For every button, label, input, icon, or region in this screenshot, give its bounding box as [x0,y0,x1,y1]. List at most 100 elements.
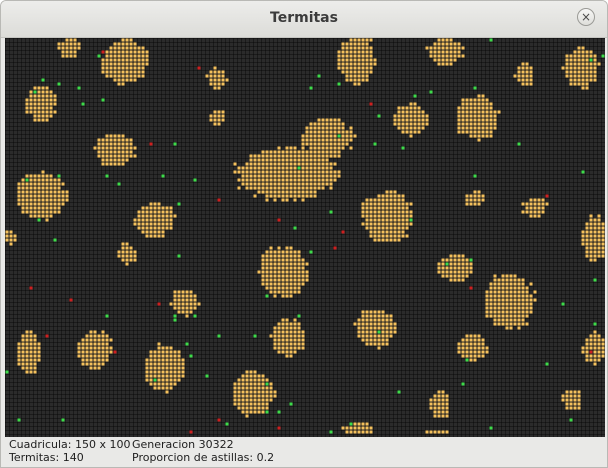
wood-chip-cell [361,314,365,318]
wood-chip-cell [369,314,373,318]
wood-chip-cell [189,302,193,306]
wood-chip-cell [369,322,373,326]
wood-chip-cell [21,198,25,202]
wood-chip-cell [89,338,93,342]
wood-chip-cell [381,206,385,210]
wood-chip-cell [313,134,317,138]
wood-chip-cell [313,162,317,166]
wood-chip-cell [29,362,33,366]
wood-chip-cell [177,290,181,294]
wood-chip-cell [377,318,381,322]
wood-chip-cell [317,162,321,166]
wood-chip-cell [577,390,581,394]
wood-chip-cell [293,154,297,158]
wood-chip-cell [257,174,261,178]
wood-chip-cell [473,350,477,354]
wood-chip-cell [217,118,221,122]
wood-chip-cell [277,262,281,266]
wood-chip-cell [529,306,533,310]
wood-chip-cell [149,370,153,374]
wood-chip-cell [153,370,157,374]
title-bar[interactable]: Termitas × [1,1,607,38]
wood-chip-cell [373,58,377,62]
wood-chip-cell [181,290,185,294]
wood-chip-cell [517,74,521,78]
wood-chip-cell [289,146,293,150]
wood-chip-cell [237,402,241,406]
wood-chip-cell [249,390,253,394]
wood-chip-cell [601,238,605,242]
wood-chip-cell [25,182,29,186]
wood-chip-cell [257,402,261,406]
wood-chip-cell [397,118,401,122]
wood-chip-cell [29,346,33,350]
wood-chip-cell [473,342,477,346]
wood-chip-cell [181,306,185,310]
wood-chip-cell [145,206,149,210]
wood-chip-cell [297,278,301,282]
wood-chip-cell [349,134,353,138]
wood-chip-cell [185,302,189,306]
wood-chip-cell [457,122,461,126]
wood-chip-cell [577,398,581,402]
wood-chip-cell [269,382,273,386]
termite-carrying-cell [333,246,337,250]
wood-chip-cell [369,330,373,334]
wood-chip-cell [37,174,41,178]
wood-chip-cell [233,394,237,398]
wood-chip-cell [381,218,385,222]
wood-chip-cell [33,178,37,182]
wood-chip-cell [293,178,297,182]
wood-chip-cell [85,346,89,350]
wood-chip-cell [313,150,317,154]
wood-chip-cell [269,250,273,254]
wood-chip-cell [525,78,529,82]
wood-chip-cell [333,138,337,142]
wood-chip-cell [177,350,181,354]
wood-chip-cell [117,254,121,258]
wood-chip-cell [113,70,117,74]
wood-chip-cell [265,198,269,202]
wood-chip-cell [285,258,289,262]
termite-cell [377,330,381,334]
wood-chip-cell [321,126,325,130]
wood-chip-cell [177,366,181,370]
wood-chip-cell [181,298,185,302]
wood-chip-cell [265,182,269,186]
wood-chip-cell [465,98,469,102]
wood-chip-cell [289,178,293,182]
wood-chip-cell [157,378,161,382]
wood-chip-cell [173,298,177,302]
wood-chip-cell [169,226,173,230]
wood-chip-cell [289,166,293,170]
wood-chip-cell [157,214,161,218]
wood-chip-cell [141,214,145,218]
wood-chip-cell [21,350,25,354]
wood-chip-cell [473,190,477,194]
wood-chip-cell [205,74,209,78]
wood-chip-cell [369,318,373,322]
wood-chip-cell [293,334,297,338]
wood-chip-cell [353,62,357,66]
wood-chip-cell [277,274,281,278]
wood-chip-cell [45,214,49,218]
wood-chip-cell [329,134,333,138]
wood-chip-cell [385,318,389,322]
wood-chip-cell [565,66,569,70]
wood-chip-cell [181,310,185,314]
wood-chip-cell [81,362,85,366]
wood-chip-cell [193,302,197,306]
wood-chip-cell [261,382,265,386]
wood-chip-cell [597,222,601,226]
wood-chip-cell [589,358,593,362]
wood-chip-cell [165,222,169,226]
wood-chip-cell [369,50,373,54]
wood-chip-cell [33,338,37,342]
wood-chip-cell [277,162,281,166]
wood-chip-cell [297,342,301,346]
wood-chip-cell [377,322,381,326]
close-button[interactable]: × [577,8,595,26]
wood-chip-cell [485,110,489,114]
wood-chip-cell [257,154,261,158]
wood-chip-cell [181,362,185,366]
